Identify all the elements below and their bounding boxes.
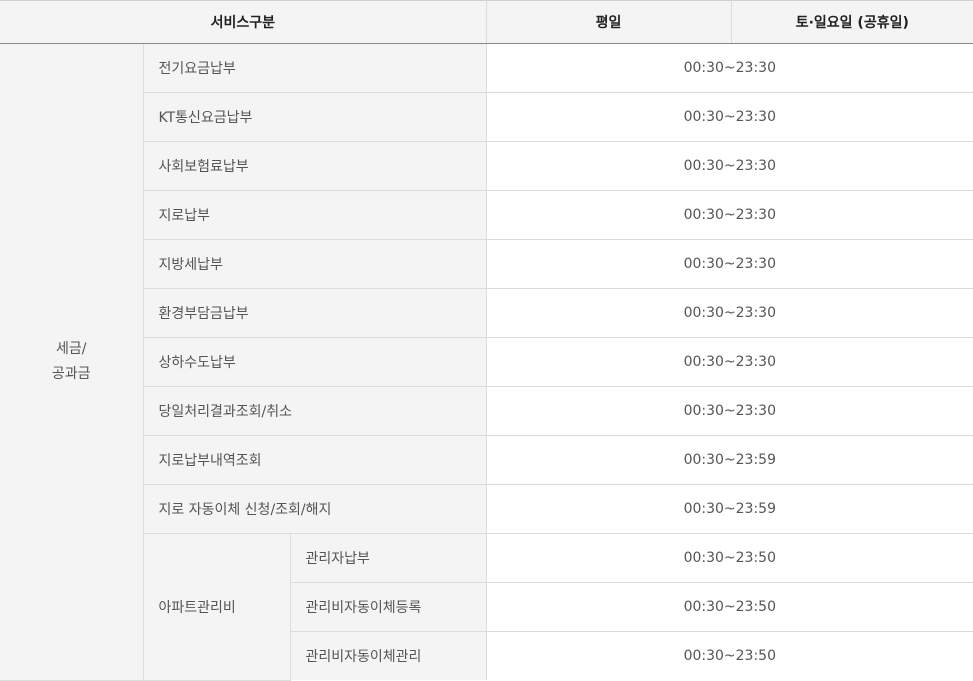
service-hours: 00:30~23:30 [485, 386, 973, 436]
table-row: 아파트관리비 관리자납부 00:30~23:50 [0, 533, 973, 681]
service-hours: 00:30~23:30 [485, 337, 973, 387]
service-hours: 00:30~23:30 [485, 141, 973, 191]
table-row: 지방세납부 00:30~23:30 [0, 239, 973, 289]
service-label: 관리비자동이체등록 [290, 582, 487, 632]
service-label: 지로납부 [143, 190, 487, 240]
table-row: 지로납부 00:30~23:30 [0, 190, 973, 240]
service-hours-table: 서비스구분 평일 토·일요일 (공휴일) 세금/ 공과금 전기요금납부 00:3… [0, 0, 973, 681]
service-hours: 00:30~23:50 [485, 582, 973, 632]
category-line2: 공과금 [51, 365, 91, 382]
table-row: 세금/ 공과금 전기요금납부 00:30~23:30 [0, 43, 973, 681]
category-cell: 세금/ 공과금 [0, 43, 144, 681]
table-row: KT통신요금납부 00:30~23:30 [0, 92, 973, 142]
service-label: 전기요금납부 [142, 43, 487, 93]
apartment-group-label: 아파트관리비 [143, 533, 291, 681]
service-label: 지로납부내역조회 [143, 435, 487, 485]
service-label: 관리비자동이체관리 [290, 631, 487, 680]
service-hours: 00:30~23:50 [485, 533, 973, 583]
service-label: 환경부담금납부 [143, 288, 487, 338]
table-row: 당일처리결과조회/취소 00:30~23:30 [0, 386, 973, 436]
service-label: 지방세납부 [143, 239, 487, 289]
table-row: 지로납부내역조회 00:30~23:59 [0, 435, 973, 485]
service-hours: 00:30~23:30 [485, 43, 973, 93]
category-line1: 세금/ [56, 340, 87, 357]
service-label: 지로 자동이체 신청/조회/해지 [143, 484, 487, 534]
table-row: 환경부담금납부 00:30~23:30 [0, 288, 973, 338]
header-weekday: 평일 [485, 0, 732, 44]
service-hours: 00:30~23:59 [485, 484, 973, 534]
table-row: 사회보험료납부 00:30~23:30 [0, 141, 973, 191]
table-row: 지로 자동이체 신청/조회/해지 00:30~23:59 [0, 484, 973, 534]
service-hours: 00:30~23:30 [485, 92, 973, 142]
service-hours: 00:30~23:30 [485, 190, 973, 240]
service-label: 관리자납부 [289, 533, 487, 583]
service-hours: 00:30~23:30 [485, 288, 973, 338]
service-hours: 00:30~23:59 [485, 435, 973, 485]
service-hours: 00:30~23:30 [485, 239, 973, 289]
header-weekend: 토·일요일 (공휴일) [730, 0, 973, 44]
service-hours: 00:30~23:50 [485, 631, 973, 680]
header-service: 서비스구분 [0, 0, 487, 44]
table-header-row: 서비스구분 평일 토·일요일 (공휴일) [0, 0, 973, 44]
service-label: KT통신요금납부 [143, 92, 487, 142]
service-label: 당일처리결과조회/취소 [143, 386, 487, 436]
table-row: 상하수도납부 00:30~23:30 [0, 337, 973, 387]
service-label: 상하수도납부 [143, 337, 487, 387]
service-label: 사회보험료납부 [143, 141, 487, 191]
